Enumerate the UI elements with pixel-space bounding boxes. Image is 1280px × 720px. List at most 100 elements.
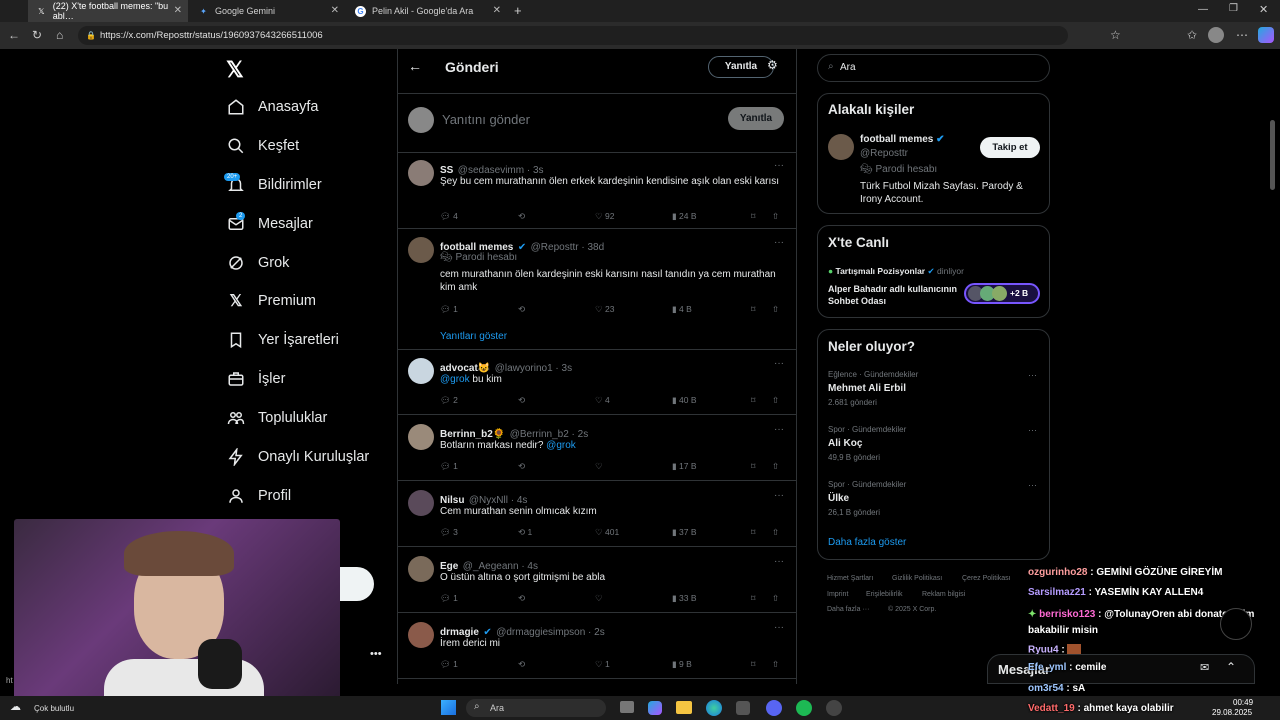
windows-start-icon[interactable] [441,700,456,715]
url-bar[interactable]: 🔒 https://x.com/Reposttr/status/19609376… [78,26,1068,45]
reply-icon[interactable]: 💬︎ 1 [440,304,458,315]
tab-1[interactable]: 𝕏 (22) X'te football memes: "bu abl… ✕ [28,0,188,22]
nav-home[interactable]: Anasayfa [226,93,318,121]
reply-input[interactable]: Yanıtını gönder [442,112,530,127]
live-room-title[interactable]: Alper Bahadır adlı kullanıcının Sohbet O… [828,283,958,307]
show-more-link[interactable]: Daha fazla göster [828,537,906,548]
home-icon[interactable]: ⌂ [56,28,63,42]
nav-jobs[interactable]: İşler [226,365,285,393]
bookmark-icon[interactable]: ⌑ [751,211,755,222]
nav-bookmarks[interactable]: Yer İşaretleri [226,326,339,354]
like-icon[interactable]: ♡ 92 [595,211,614,222]
maximize-icon[interactable]: ❐ [1229,3,1238,14]
repost-icon[interactable]: ⟲ [518,304,525,315]
taskbar-search[interactable]: ⌕ Ara [466,699,606,717]
spotify-icon[interactable] [796,700,812,716]
settings-sliders-icon[interactable]: ⚙ [767,58,778,72]
nav-communities[interactable]: Topluluklar [226,404,327,432]
reply-icon[interactable]: 💬︎ 4 [440,211,458,222]
more-icon[interactable]: ··· [774,424,784,435]
expand-icon[interactable]: ⌃ [1226,660,1236,674]
like-icon[interactable]: ♡ 1 [595,659,610,670]
more-icon[interactable]: ··· [774,490,784,501]
main-post[interactable]: football memes ✔ @Reposttr · 38d 🎭︎ Paro… [398,230,796,350]
reply-post[interactable]: drmagie ✔ @drmaggiesimpson · 2s ··· İrem… [398,615,796,679]
share-icon[interactable]: ⇧ [772,304,779,315]
repost-icon[interactable]: ⟲ [518,461,525,472]
mention-link[interactable]: @grok [546,440,576,451]
file-explorer-icon[interactable] [676,701,692,714]
nav-premium[interactable]: 𝕏 Premium [226,287,316,315]
reply-icon[interactable]: 💬︎ 1 [440,659,458,670]
like-icon[interactable]: ♡ 23 [595,304,614,315]
views-icon[interactable]: ▮ 17 B [672,461,697,472]
reply-post[interactable]: Nilsu @NyxNll · 4s ··· Cem murathan seni… [398,483,796,547]
like-icon[interactable]: ♡ [595,593,603,604]
more-icon[interactable]: ··· [1028,480,1037,490]
repost-icon[interactable]: ⟲ 1 [518,527,532,538]
repost-icon[interactable]: ⟲ [518,593,525,604]
scrollbar-thumb[interactable] [1270,120,1275,190]
reply-post[interactable]: Berrinn_b2🌻 @Berrinn_b2 · 2s ··· Botları… [398,417,796,481]
bookmark-icon[interactable]: ⌑ [751,395,755,406]
reply-header-button[interactable]: Yanıtla [708,56,774,78]
bookmark-icon[interactable]: ⌑ [751,304,755,315]
share-icon[interactable]: ⇧ [772,659,779,670]
discord-icon[interactable] [766,700,782,716]
like-icon[interactable]: ♡ [595,461,603,472]
reply-submit-button[interactable]: Yanıtla [728,107,784,130]
tab-2[interactable]: ✦ Google Gemini ✕ [190,0,345,22]
new-tab-icon[interactable]: + [514,3,522,18]
nav-messages[interactable]: 2 Mesajlar [226,210,313,238]
app-icon[interactable] [826,700,842,716]
reply-icon[interactable]: 💬︎ 1 [440,461,458,472]
more-icon[interactable]: ··· [774,160,784,171]
search-input[interactable]: Ara [840,62,856,73]
views-icon[interactable]: ▮ 33 B [672,593,697,604]
refresh-icon[interactable]: ↻ [32,28,42,42]
more-icon[interactable]: ··· [1028,425,1037,435]
task-view-icon[interactable] [620,701,634,713]
more-icon[interactable]: ··· [774,358,784,369]
grok-float-button[interactable] [1220,608,1252,640]
footer-link[interactable]: Erişilebilirlik [866,591,903,598]
close-icon[interactable]: ✕ [174,5,182,16]
views-icon[interactable]: ▮ 9 B [672,659,692,670]
close-window-icon[interactable]: ✕ [1259,3,1268,16]
nav-profile[interactable]: Profil [226,482,291,510]
reply-icon[interactable]: 💬︎ 1 [440,593,458,604]
copilot-icon[interactable] [648,701,662,715]
profile-avatar[interactable] [1208,27,1224,43]
repost-icon[interactable]: ⟲ [518,395,525,406]
footer-link[interactable]: Reklam bilgisi [922,591,965,598]
bookmark-icon[interactable]: ⌑ [751,659,755,670]
nav-grok[interactable]: Grok [226,249,289,277]
favorite-icon[interactable]: ☆ [1110,28,1121,42]
show-replies-link[interactable]: Yanıtları göster [440,331,507,342]
views-icon[interactable]: ▮ 40 B [672,395,697,406]
back-icon[interactable]: ← [8,28,20,42]
share-icon[interactable]: ⇧ [772,211,779,222]
footer-link[interactable]: Imprint [827,591,848,598]
reply-post[interactable]: Ege @_Aegeann · 4s ··· O üstün altına o … [398,549,796,613]
back-arrow-icon[interactable]: ← [408,58,422,74]
new-message-icon[interactable]: ✉ [1200,661,1209,674]
close-icon[interactable]: ✕ [331,5,339,16]
live-listeners[interactable]: +2 B [964,283,1040,304]
share-icon[interactable]: ⇧ [772,395,779,406]
more-icon[interactable]: ··· [774,556,784,567]
views-icon[interactable]: ▮ 37 B [672,527,697,538]
footer-link[interactable]: Çerez Politikası [962,575,1011,582]
follow-button[interactable]: Takip et [980,137,1040,158]
repost-icon[interactable]: ⟲ [518,659,525,670]
like-icon[interactable]: ♡ 4 [595,395,610,406]
store-icon[interactable] [736,701,750,715]
bookmark-icon[interactable]: ⌑ [751,527,755,538]
like-icon[interactable]: ♡ 401 [595,527,619,538]
views-icon[interactable]: ▮ 24 B [672,211,697,222]
footer-link[interactable]: Daha fazla ··· [827,606,869,613]
edge-icon[interactable] [706,700,722,716]
nav-explore[interactable]: Keşfet [226,132,299,160]
bookmark-icon[interactable]: ⌑ [751,593,755,604]
reply-icon[interactable]: 💬︎ 3 [440,527,458,538]
